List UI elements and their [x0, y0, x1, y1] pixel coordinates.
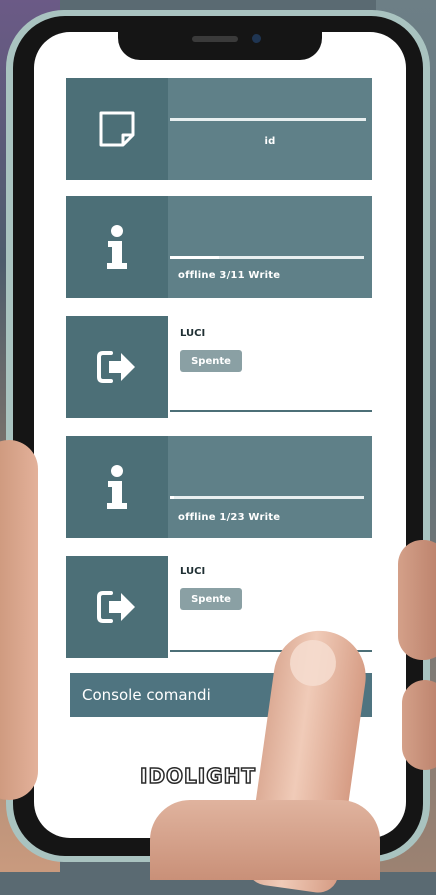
note-icon-box — [66, 78, 168, 180]
output-icon-box-2 — [66, 556, 168, 658]
bottom-hand — [150, 800, 380, 880]
logout-arrow-icon — [97, 351, 135, 383]
info-progress-1 — [170, 256, 364, 259]
info-icon-box-2 — [66, 436, 168, 538]
note-panel — [168, 78, 372, 180]
info-card-1[interactable]: offline 3/11 Write — [66, 196, 372, 298]
output-card-1[interactable]: LUCI Spente — [66, 316, 372, 418]
right-finger-lower — [402, 680, 436, 770]
note-card[interactable]: id — [66, 78, 372, 180]
info-panel-1 — [168, 196, 372, 298]
info-status-2: offline 1/23 Write — [178, 512, 281, 523]
info-progress-fill-1 — [170, 256, 219, 259]
output-divider-1 — [170, 410, 372, 412]
phone-notch — [118, 26, 322, 60]
info-status-1: offline 3/11 Write — [178, 270, 281, 281]
info-card-2[interactable]: offline 1/23 Write — [66, 436, 372, 538]
logout-arrow-icon — [97, 591, 135, 623]
right-finger-upper — [398, 540, 436, 660]
info-icon — [107, 465, 127, 509]
left-thumb — [0, 440, 38, 800]
note-text: id — [264, 136, 276, 147]
output-label-1: LUCI — [180, 328, 206, 339]
console-label: Console comandi — [82, 686, 211, 704]
front-camera — [252, 34, 261, 43]
output-label-2: LUCI — [180, 566, 206, 577]
brand-logo: IDOLIGHT — [139, 763, 257, 789]
note-icon — [99, 111, 135, 147]
info-progress-fill-2 — [170, 496, 174, 499]
info-progress-2 — [170, 496, 364, 499]
output-state-badge-1[interactable]: Spente — [180, 350, 242, 372]
speaker-grille — [192, 36, 238, 42]
output-icon-box-1 — [66, 316, 168, 418]
info-icon — [107, 225, 127, 269]
info-icon-box — [66, 196, 168, 298]
note-divider — [170, 118, 366, 121]
output-state-badge-2[interactable]: Spente — [180, 588, 242, 610]
